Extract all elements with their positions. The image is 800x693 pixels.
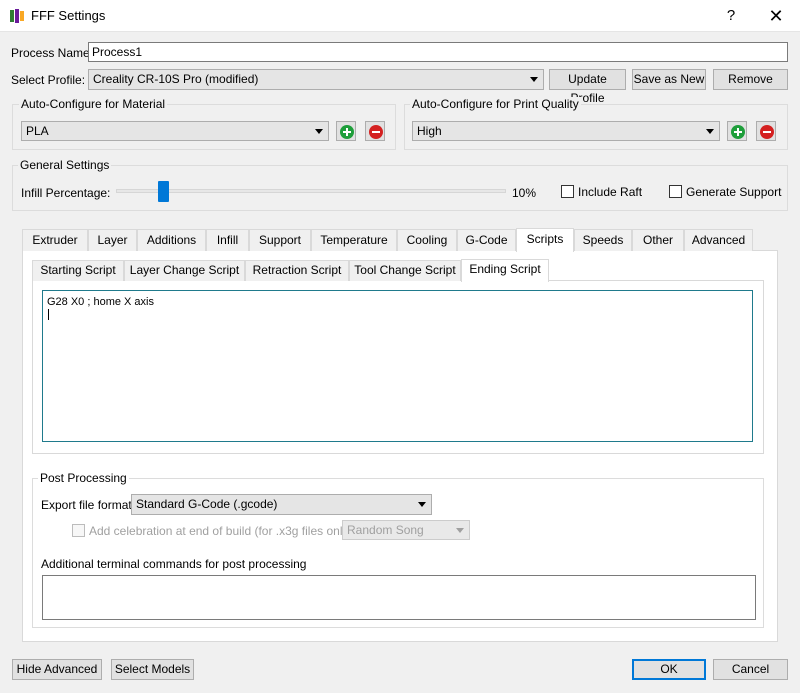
infill-slider-track[interactable] bbox=[116, 189, 506, 193]
celebration-checkbox[interactable] bbox=[72, 524, 85, 537]
song-select[interactable]: Random Song bbox=[342, 520, 470, 540]
tab-other[interactable]: Other bbox=[632, 229, 684, 251]
script-editor[interactable]: G28 X0 ; home X axis bbox=[42, 290, 753, 442]
window-title: FFF Settings bbox=[31, 8, 106, 23]
tab-speeds[interactable]: Speeds bbox=[574, 229, 632, 251]
tab-g-code[interactable]: G-Code bbox=[457, 229, 516, 251]
app-icon bbox=[9, 8, 25, 24]
add-icon bbox=[340, 125, 354, 139]
update-profile-button[interactable]: Update Profile bbox=[549, 69, 626, 105]
chevron-down-icon bbox=[418, 502, 426, 507]
material-group-title: Auto-Configure for Material bbox=[19, 97, 168, 111]
general-settings-title: General Settings bbox=[18, 158, 112, 172]
export-format-value: Standard G-Code (.gcode) bbox=[136, 497, 278, 511]
tab-infill[interactable]: Infill bbox=[206, 229, 249, 251]
save-as-new-button[interactable]: Save as New bbox=[632, 69, 706, 90]
tab-support[interactable]: Support bbox=[249, 229, 311, 251]
select-profile-label: Select Profile: bbox=[11, 73, 86, 87]
tab-layer[interactable]: Layer bbox=[88, 229, 137, 251]
script-tab-starting-script[interactable]: Starting Script bbox=[32, 260, 124, 281]
script-tab-layer-change-script[interactable]: Layer Change Script bbox=[124, 260, 245, 281]
hide-advanced-button[interactable]: Hide Advanced bbox=[12, 659, 102, 680]
infill-slider-thumb[interactable] bbox=[158, 181, 169, 202]
quality-group-title: Auto-Configure for Print Quality bbox=[410, 97, 581, 111]
process-name-input[interactable]: Process1 bbox=[88, 42, 788, 62]
ok-button[interactable]: OK bbox=[632, 659, 706, 680]
export-format-select[interactable]: Standard G-Code (.gcode) bbox=[131, 494, 432, 515]
cancel-button[interactable]: Cancel bbox=[713, 659, 788, 680]
tab-additions[interactable]: Additions bbox=[137, 229, 206, 251]
remove-material-button[interactable] bbox=[365, 121, 385, 141]
infill-percentage-label: Infill Percentage: bbox=[21, 186, 111, 200]
script-line-1: G28 X0 ; home X axis bbox=[47, 296, 154, 308]
tab-scripts[interactable]: Scripts bbox=[516, 228, 574, 252]
process-name-label: Process Name: bbox=[11, 46, 94, 60]
material-select[interactable]: PLA bbox=[21, 121, 329, 141]
infill-percentage-value: 10% bbox=[512, 186, 537, 200]
include-raft-checkbox[interactable] bbox=[561, 185, 574, 198]
chevron-down-icon bbox=[706, 129, 714, 134]
script-tab-tool-change-script[interactable]: Tool Change Script bbox=[349, 260, 461, 281]
script-tab-retraction-script[interactable]: Retraction Script bbox=[245, 260, 349, 281]
remove-icon bbox=[369, 125, 383, 139]
export-format-label: Export file format bbox=[41, 498, 132, 512]
title-bar bbox=[0, 0, 800, 32]
tab-temperature[interactable]: Temperature bbox=[311, 229, 397, 251]
chevron-down-icon bbox=[315, 129, 323, 134]
tab-advanced[interactable]: Advanced bbox=[684, 229, 753, 251]
celebration-label: Add celebration at end of build (for .x3… bbox=[89, 524, 353, 538]
chevron-down-icon bbox=[530, 77, 538, 82]
quality-select[interactable]: High bbox=[412, 121, 720, 141]
profile-select-value: Creality CR-10S Pro (modified) bbox=[93, 72, 259, 86]
profile-select[interactable]: Creality CR-10S Pro (modified) bbox=[88, 69, 544, 90]
add-icon bbox=[731, 125, 745, 139]
include-raft-label: Include Raft bbox=[578, 185, 643, 199]
help-button[interactable]: ? bbox=[718, 4, 744, 28]
terminal-commands-label: Additional terminal commands for post pr… bbox=[41, 557, 307, 571]
chevron-down-icon bbox=[456, 528, 464, 533]
script-tab-ending-script[interactable]: Ending Script bbox=[461, 259, 549, 282]
terminal-commands-input[interactable] bbox=[42, 575, 756, 620]
add-material-button[interactable] bbox=[336, 121, 356, 141]
post-processing-title: Post Processing bbox=[38, 471, 129, 485]
tab-cooling[interactable]: Cooling bbox=[397, 229, 457, 251]
remove-profile-button[interactable]: Remove bbox=[713, 69, 788, 90]
remove-quality-button[interactable] bbox=[756, 121, 776, 141]
close-button[interactable]: ✕ bbox=[762, 4, 790, 28]
text-cursor bbox=[48, 309, 49, 320]
select-models-button[interactable]: Select Models bbox=[111, 659, 194, 680]
add-quality-button[interactable] bbox=[727, 121, 747, 141]
remove-icon bbox=[760, 125, 774, 139]
tab-extruder[interactable]: Extruder bbox=[22, 229, 88, 251]
quality-select-value: High bbox=[417, 124, 442, 138]
song-select-value: Random Song bbox=[347, 523, 424, 537]
material-select-value: PLA bbox=[26, 124, 49, 138]
generate-support-label: Generate Support bbox=[686, 185, 782, 199]
generate-support-checkbox[interactable] bbox=[669, 185, 682, 198]
